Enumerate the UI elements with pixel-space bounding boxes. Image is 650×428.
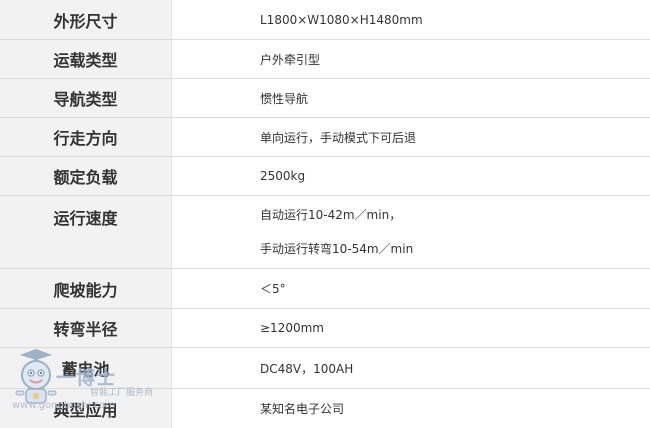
spec-label: 运载类型 xyxy=(0,40,172,78)
spec-value: 户外牵引型 xyxy=(260,52,321,67)
spec-label: 转弯半径 xyxy=(0,309,172,347)
spec-label: 行走方向 xyxy=(0,118,172,156)
spec-row-turning-radius: 转弯半径 ≥1200mm xyxy=(0,309,650,348)
spec-row-application: 典型应用 某知名电子公司 xyxy=(0,389,650,428)
spec-row-speed: 运行速度 自动运行10-42m／min， 手动运行转弯10-54m／min xyxy=(0,196,650,269)
spec-value: ＜5° xyxy=(260,282,286,296)
spec-value: 某知名电子公司 xyxy=(260,402,345,416)
spec-value: 惯性导航 xyxy=(260,91,309,106)
spec-row-transport-type: 运载类型 户外牵引型 xyxy=(0,40,650,79)
spec-row-direction: 行走方向 单向运行，手动模式下可后退 xyxy=(0,118,650,157)
spec-label: 导航类型 xyxy=(0,79,172,117)
spec-label: 额定负载 xyxy=(0,157,172,195)
spec-row-navigation: 导航类型 惯性导航 xyxy=(0,79,650,118)
spec-value: 2500kg xyxy=(260,169,306,183)
spec-label: 外形尺寸 xyxy=(0,0,172,39)
spec-value: 自动运行10-42m／min， 手动运行转弯10-54m／min xyxy=(172,196,650,268)
spec-value: 单向运行，手动模式下可后退 xyxy=(260,130,417,145)
spec-label: 蓄电池 xyxy=(0,348,172,388)
spec-table: 外形尺寸 L1800×W1080×H1480mm 运载类型 户外牵引型 导航类型… xyxy=(0,0,650,428)
spec-value: DC48V，100AH xyxy=(260,361,354,376)
spec-row-battery: 蓄电池 DC48V，100AH xyxy=(0,348,650,389)
spec-value: ≥1200mm xyxy=(260,321,324,335)
spec-label: 运行速度 xyxy=(0,196,172,268)
spec-value-line: 自动运行10-42m／min， xyxy=(260,208,402,222)
spec-row-rated-load: 额定负载 2500kg xyxy=(0,157,650,196)
spec-label: 爬坡能力 xyxy=(0,269,172,308)
spec-value-line: 手动运行转弯10-54m／min xyxy=(260,242,414,256)
spec-label: 典型应用 xyxy=(0,389,172,428)
spec-row-climbing: 爬坡能力 ＜5° xyxy=(0,269,650,309)
spec-value: L1800×W1080×H1480mm xyxy=(260,12,423,27)
spec-row-dimensions: 外形尺寸 L1800×W1080×H1480mm xyxy=(0,0,650,40)
